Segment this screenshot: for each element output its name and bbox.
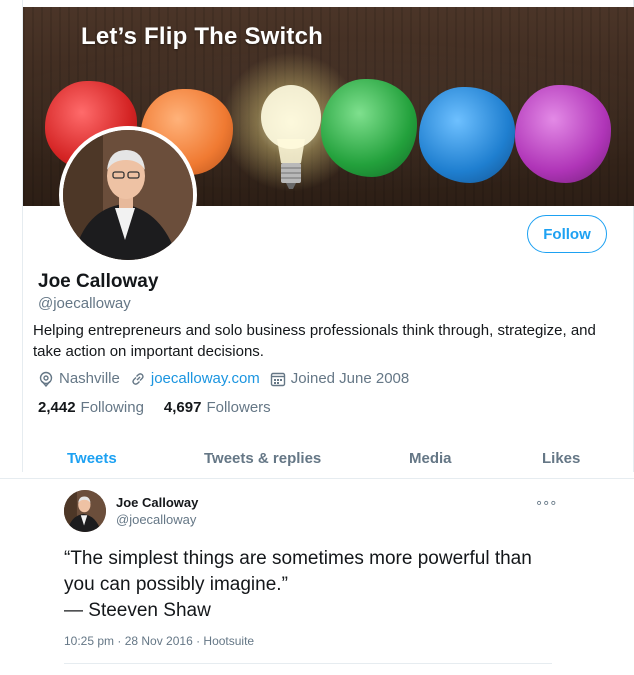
profile-bio: Helping entrepreneurs and solo business … bbox=[33, 322, 596, 360]
joined-text: Joined June 2008 bbox=[290, 370, 410, 387]
link-icon bbox=[132, 372, 144, 385]
following-stat[interactable]: 2,442 Following bbox=[38, 399, 144, 416]
website-item[interactable]: joecalloway.com bbox=[130, 370, 260, 387]
joined-item: Joined June 2008 bbox=[270, 370, 409, 387]
profile-card: Let’s Flip The Switch Follow Joe Callowa… bbox=[22, 0, 634, 472]
website-link[interactable]: joecalloway.com bbox=[151, 370, 260, 387]
profile-meta: Nashville joecalloway.com Joined June 20… bbox=[38, 370, 419, 387]
following-count: 2,442 bbox=[38, 399, 76, 416]
calendar-icon bbox=[270, 372, 285, 386]
tweet-avatar-portrait bbox=[64, 490, 106, 532]
profile-tabs: Tweets Tweets & replies Media Likes bbox=[23, 446, 634, 472]
profile-name: Joe Calloway bbox=[38, 271, 159, 292]
tweet-author-name[interactable]: Joe Calloway bbox=[116, 495, 198, 510]
divider bbox=[64, 663, 552, 664]
profile-stats: 2,442 Following 4,697 Followers bbox=[38, 399, 291, 416]
location-item: Nashville bbox=[38, 370, 120, 387]
tab-tweets[interactable]: Tweets bbox=[67, 450, 117, 467]
followers-count: 4,697 bbox=[163, 399, 202, 416]
tweet-text: “The simplest things are sometimes more … bbox=[64, 548, 532, 621]
following-label: Following bbox=[80, 399, 144, 416]
profile-handle: @joecalloway bbox=[38, 295, 131, 312]
location-pin-icon bbox=[39, 371, 53, 387]
tweet[interactable]: Joe Calloway @joecalloway ∘∘∘ “The simpl… bbox=[0, 478, 634, 675]
followers-label: Followers bbox=[206, 399, 271, 416]
location-text: Nashville bbox=[59, 370, 120, 387]
avatar-portrait bbox=[63, 130, 193, 260]
lightbulb-icon bbox=[261, 85, 321, 189]
more-options-icon[interactable]: ∘∘∘ bbox=[535, 495, 557, 511]
profile-avatar[interactable] bbox=[59, 126, 197, 264]
tweet-timestamp[interactable]: 10:25 pm · 28 Nov 2016 · Hootsuite bbox=[64, 634, 254, 648]
green-paper-ball bbox=[321, 79, 417, 177]
banner-title: Let’s Flip The Switch bbox=[81, 23, 323, 50]
tweet-avatar[interactable] bbox=[64, 490, 106, 532]
blue-paper-ball bbox=[419, 87, 515, 183]
follow-button[interactable]: Follow bbox=[527, 215, 607, 253]
followers-stat[interactable]: 4,697 Followers bbox=[164, 399, 271, 416]
purple-paper-ball bbox=[515, 85, 611, 183]
tweet-author-handle[interactable]: @joecalloway bbox=[116, 512, 196, 527]
tab-tweets-replies[interactable]: Tweets & replies bbox=[204, 450, 321, 467]
tab-likes[interactable]: Likes bbox=[542, 450, 580, 467]
tab-media[interactable]: Media bbox=[409, 450, 452, 467]
